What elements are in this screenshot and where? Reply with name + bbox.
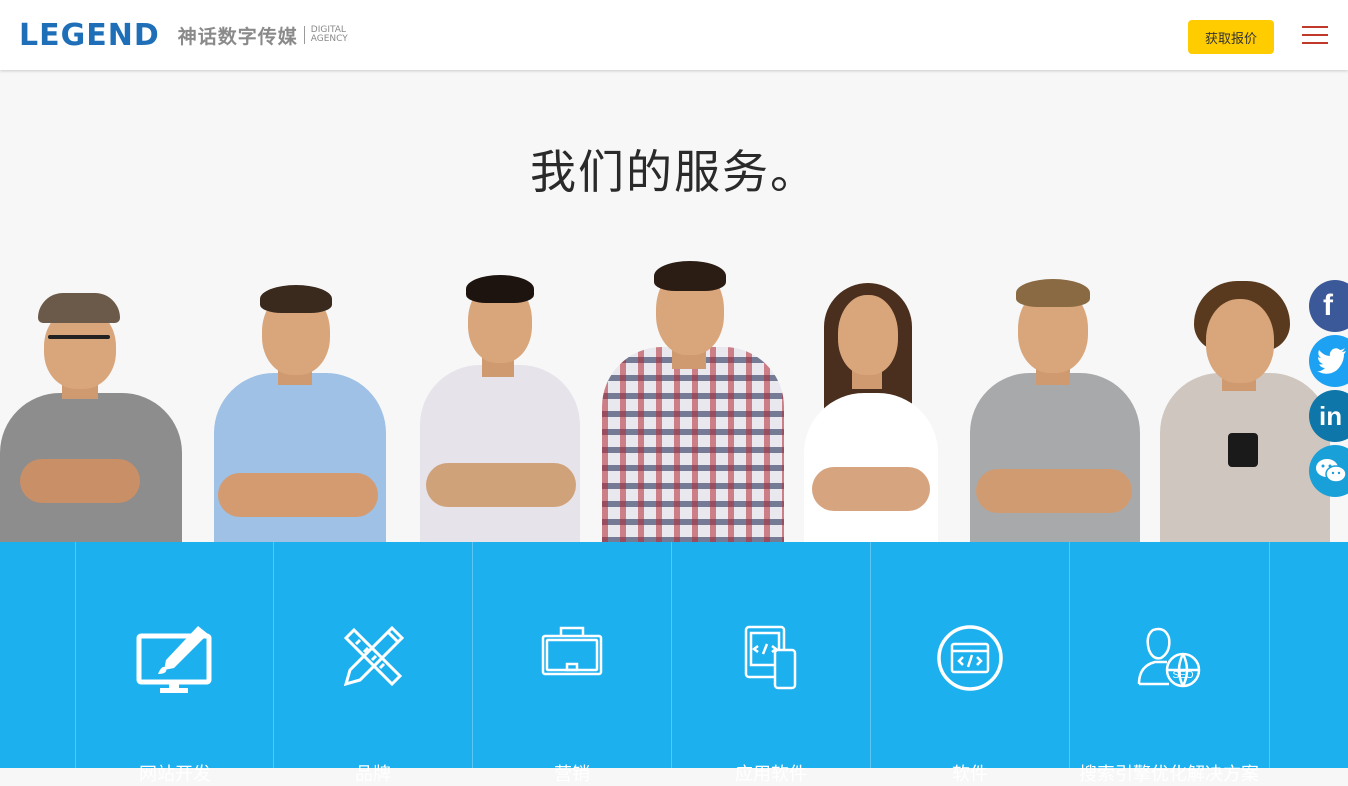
svg-text:SEO: SEO xyxy=(1172,670,1193,681)
hamburger-menu-icon[interactable] xyxy=(1302,24,1330,46)
service-software[interactable]: 软件 xyxy=(870,542,1069,785)
browser-code-icon xyxy=(936,624,1004,696)
service-branding[interactable]: 品牌 xyxy=(273,542,472,785)
services-band: 网站开发 品牌 营销 应用软件 软件 SEO 搜索引擎优化解决方案 xyxy=(0,542,1348,785)
get-quote-button[interactable]: 获取报价 xyxy=(1188,20,1274,54)
team-member-1 xyxy=(0,283,185,543)
services-divider-end xyxy=(1269,542,1270,768)
service-label: 网站开发 xyxy=(139,764,211,785)
service-label: 营销 xyxy=(554,764,590,785)
twitter-bird-icon xyxy=(1317,348,1346,374)
logo-tagline-line2: AGENCY xyxy=(310,34,348,44)
service-label: 应用软件 xyxy=(735,764,807,785)
service-seo[interactable]: SEO 搜索引擎优化解决方案 xyxy=(1069,542,1268,785)
team-member-2 xyxy=(208,273,388,543)
linkedin-glyph: in xyxy=(1319,400,1343,431)
team-member-6 xyxy=(966,273,1142,543)
wechat-bubbles-icon xyxy=(1316,459,1347,483)
facebook-glyph: f xyxy=(1323,289,1333,322)
site-header: LEGEND 神话数字传媒 DIGITAL AGENCY 获取报价 xyxy=(0,0,1348,70)
pencil-ruler-icon xyxy=(340,624,406,694)
tablet-phone-code-icon xyxy=(743,624,799,696)
service-label: 搜索引擎优化解决方案 xyxy=(1079,764,1259,785)
service-apps[interactable]: 应用软件 xyxy=(671,542,870,785)
team-member-4 xyxy=(598,259,788,543)
briefcase-icon xyxy=(539,624,605,682)
user-globe-seo-icon: SEO xyxy=(1135,624,1203,694)
service-marketing[interactable]: 营销 xyxy=(472,542,671,785)
site-logo[interactable]: LEGEND 神话数字传媒 DIGITAL AGENCY xyxy=(19,17,348,53)
logo-chinese-name: 神话数字传媒 xyxy=(177,25,298,48)
team-photo xyxy=(0,255,1348,543)
service-web-development[interactable]: 网站开发 xyxy=(75,542,274,785)
logo-divider xyxy=(303,26,305,44)
monitor-pen-icon xyxy=(136,624,214,700)
section-title: 我们的服务。 xyxy=(530,145,818,199)
logo-wordmark: LEGEND xyxy=(19,17,160,53)
team-member-3 xyxy=(416,267,584,543)
service-label: 软件 xyxy=(952,764,988,785)
team-member-5 xyxy=(800,281,942,543)
service-label: 品牌 xyxy=(355,764,391,785)
logo-english-tagline: DIGITAL AGENCY xyxy=(311,26,348,44)
